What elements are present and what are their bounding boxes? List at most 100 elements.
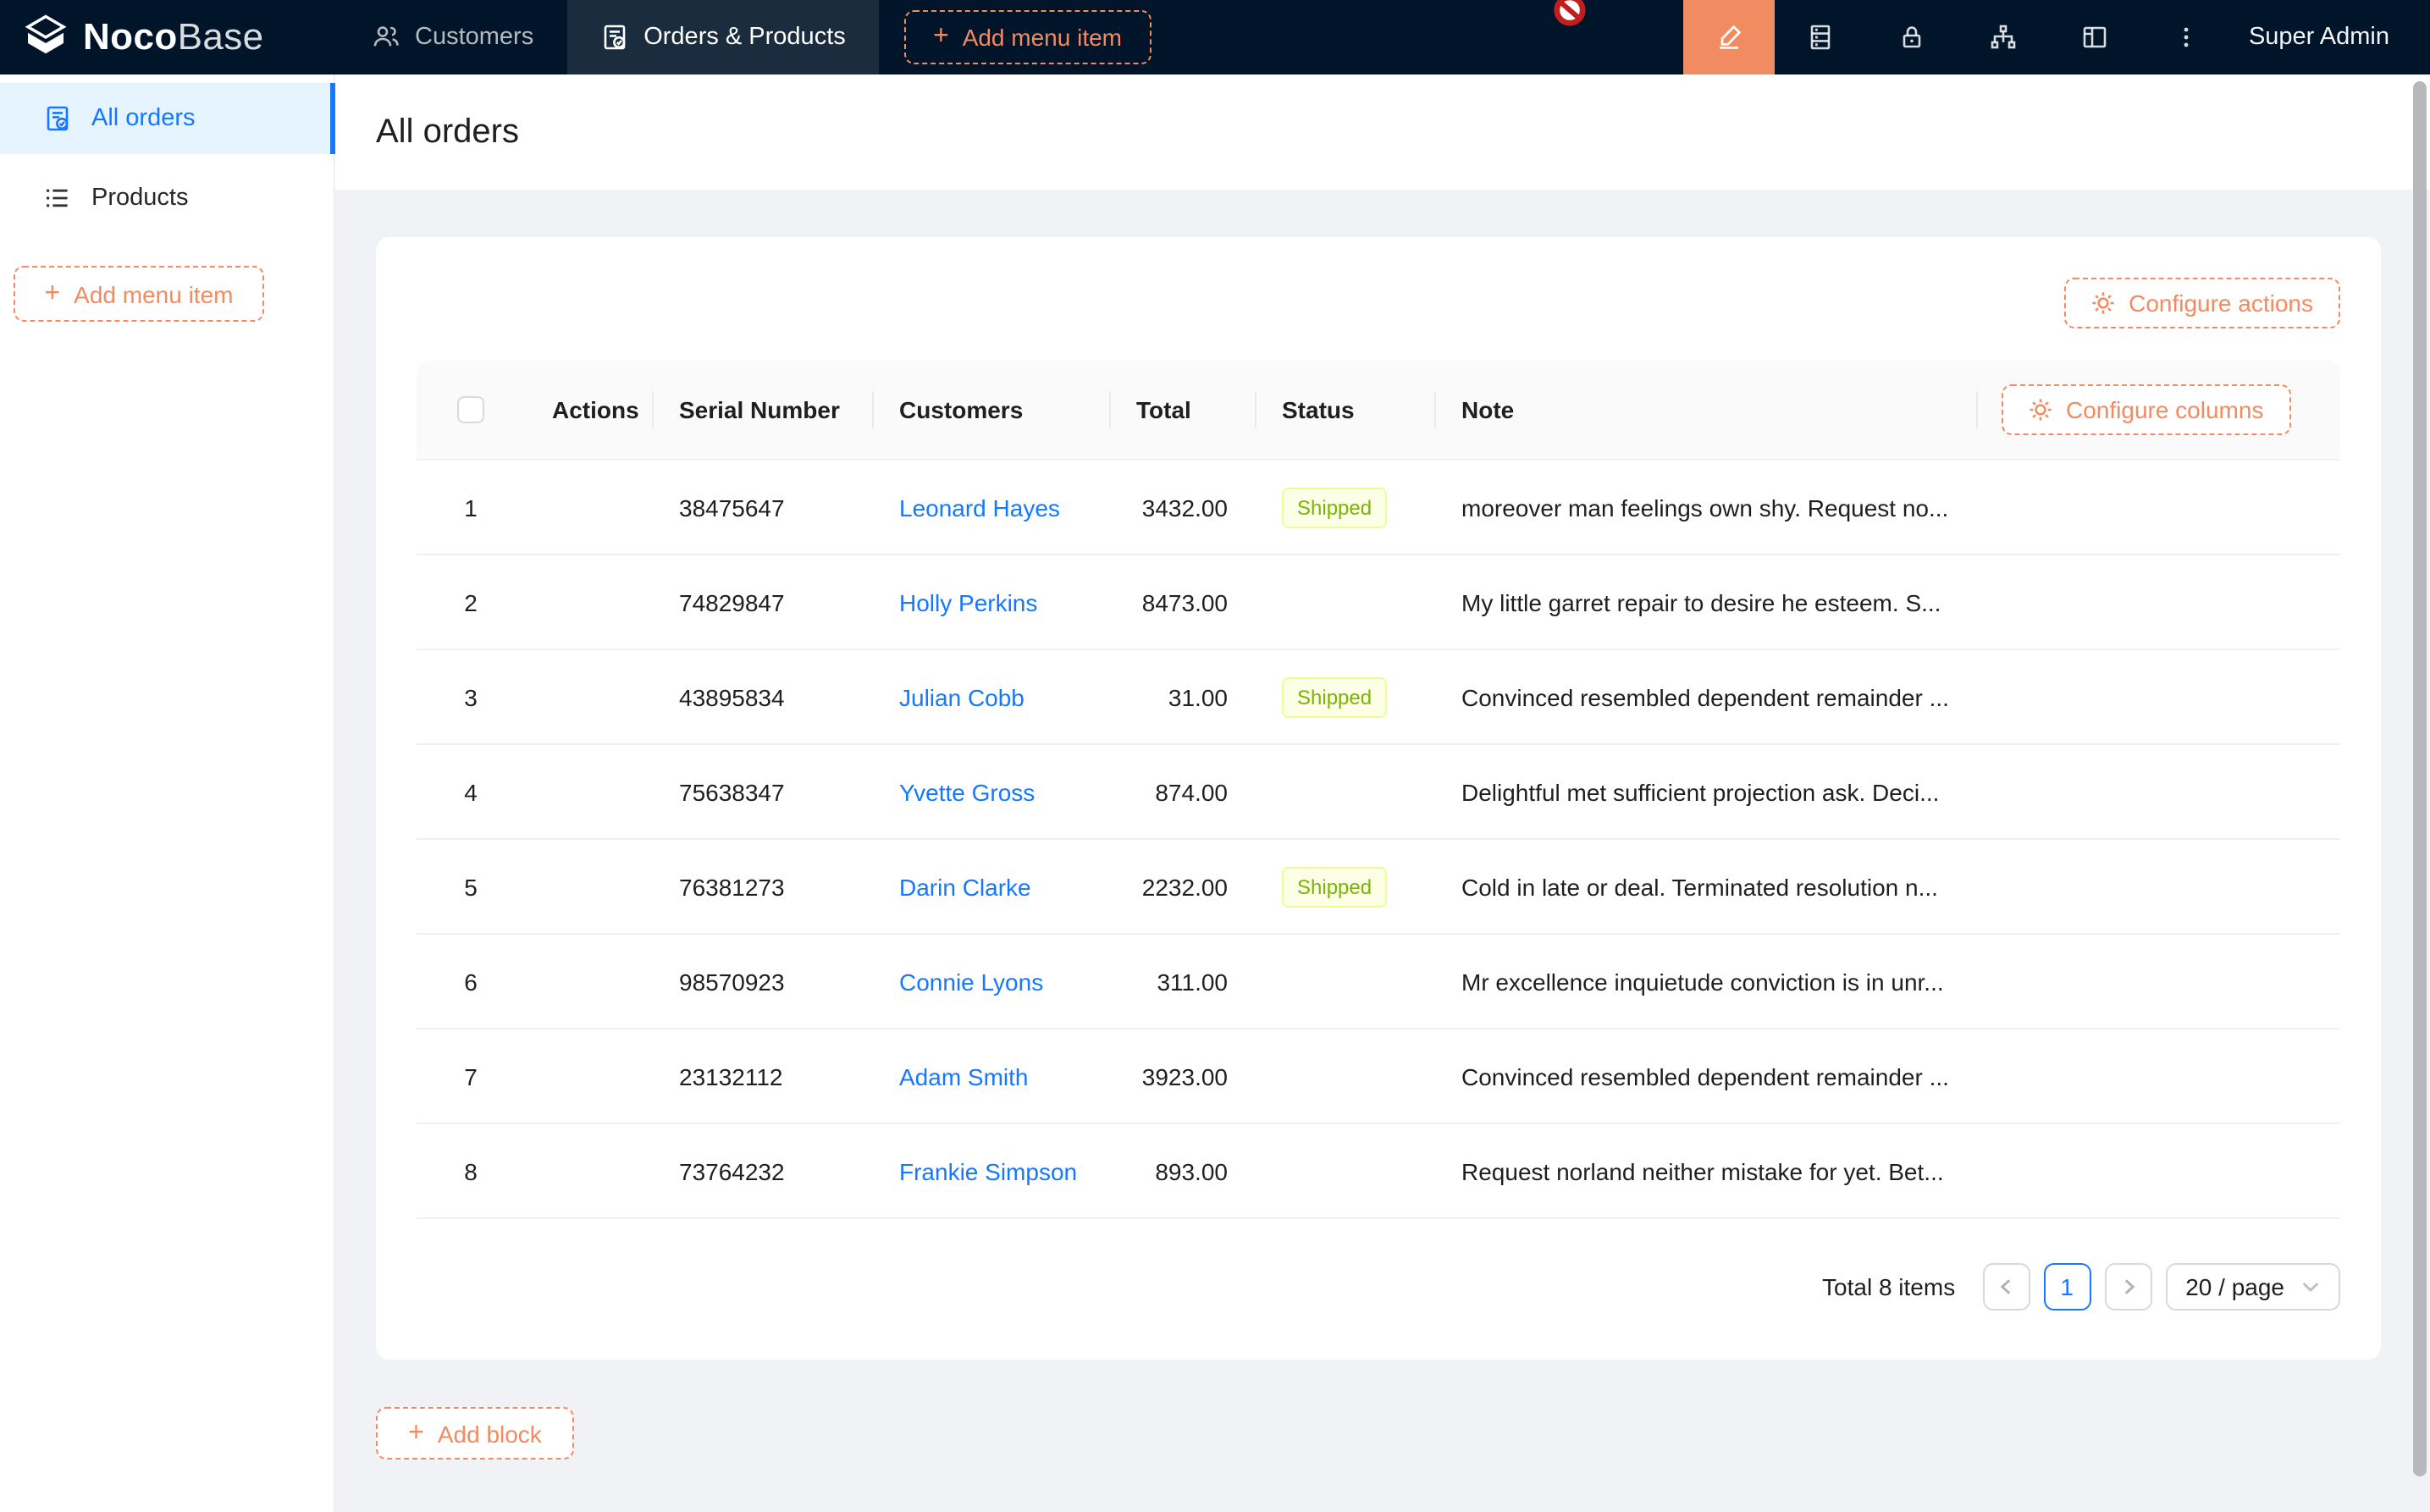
layout-icon[interactable] xyxy=(2049,0,2140,74)
customer-link[interactable]: Leonard Hayes xyxy=(899,494,1060,521)
more-icon[interactable] xyxy=(2140,0,2232,74)
total-cell: 2232.00 xyxy=(1109,840,1255,933)
row-actions-cell xyxy=(525,745,652,838)
note-cell: Convinced resembled dependent remainder … xyxy=(1434,1029,1976,1123)
nocobase-logo[interactable]: NocoBase xyxy=(22,0,264,74)
logo-text-bold: Noco xyxy=(83,15,178,58)
tab-orders-products[interactable]: Orders & Products xyxy=(567,0,880,74)
row-index: 5 xyxy=(417,840,525,933)
note-cell: My little garret repair to desire he est… xyxy=(1434,555,1976,648)
serial-number-cell: 23132112 xyxy=(652,1029,872,1123)
blocked-cursor-icon xyxy=(1553,0,1587,27)
customer-link[interactable]: Holly Perkins xyxy=(899,588,1037,615)
select-all-checkbox[interactable] xyxy=(457,396,484,423)
row-index: 4 xyxy=(417,745,525,838)
row-config-spacer xyxy=(1976,555,2340,648)
unordered-list-icon xyxy=(44,185,71,212)
note-cell: Delightful met sufficient projection ask… xyxy=(1434,745,1976,838)
page-content: Configure actions Actions Serial Number … xyxy=(335,190,2430,1512)
sidebar-item-label: Products xyxy=(91,185,188,212)
pagination-total: Total 8 items xyxy=(1822,1273,1955,1300)
table-row: 723132112Adam Smith3923.00Convinced rese… xyxy=(417,1029,2340,1124)
sidebar-item-all-orders[interactable]: All orders xyxy=(0,83,334,154)
column-header-total[interactable]: Total xyxy=(1109,361,1255,459)
top-bar: NocoBase Customers xyxy=(0,0,2430,74)
row-config-spacer xyxy=(1976,935,2340,1028)
serial-number-cell: 43895834 xyxy=(652,650,872,743)
configure-actions-button[interactable]: Configure actions xyxy=(2064,278,2340,328)
next-page-button[interactable] xyxy=(2104,1263,2151,1311)
table-row: 138475647Leonard Hayes3432.00Shippedmore… xyxy=(417,461,2340,555)
customer-link[interactable]: Yvette Gross xyxy=(899,778,1035,805)
chevron-down-icon xyxy=(2301,1280,2320,1294)
total-cell: 3432.00 xyxy=(1109,461,1255,554)
status-cell: Shipped xyxy=(1255,650,1434,743)
row-actions-cell xyxy=(525,935,652,1028)
customer-link[interactable]: Connie Lyons xyxy=(899,968,1043,995)
total-cell: 31.00 xyxy=(1109,650,1255,743)
row-index: 6 xyxy=(417,935,525,1028)
row-index: 2 xyxy=(417,555,525,648)
row-index: 8 xyxy=(417,1124,525,1217)
note-cell: Convinced resembled dependent remainder … xyxy=(1434,650,1976,743)
table-row: 576381273Darin Clarke2232.00ShippedCold … xyxy=(417,840,2340,935)
scrollbar-thumb[interactable] xyxy=(2413,81,2427,1476)
customer-link[interactable]: Adam Smith xyxy=(899,1062,1029,1090)
serial-number-cell: 76381273 xyxy=(652,840,872,933)
page-title-bar: All orders xyxy=(335,74,2430,190)
previous-page-button[interactable] xyxy=(1982,1263,2030,1311)
customer-link[interactable]: Darin Clarke xyxy=(899,873,1031,900)
column-header-note[interactable]: Note xyxy=(1434,361,1976,459)
team-icon xyxy=(373,24,400,51)
status-cell xyxy=(1255,745,1434,838)
status-cell xyxy=(1255,1124,1434,1217)
collections-icon[interactable] xyxy=(1775,0,1866,74)
total-cell: 8473.00 xyxy=(1109,555,1255,648)
note-cell: Request norland neither mistake for yet.… xyxy=(1434,1124,1976,1217)
status-cell xyxy=(1255,935,1434,1028)
total-cell: 874.00 xyxy=(1109,745,1255,838)
total-cell: 311.00 xyxy=(1109,935,1255,1028)
select-all-cell xyxy=(417,361,525,459)
plugin-icon[interactable] xyxy=(1958,0,2049,74)
gear-icon xyxy=(2029,398,2052,422)
top-nav-tabs: Customers Orders & Products xyxy=(339,0,880,74)
tab-customers[interactable]: Customers xyxy=(339,0,567,74)
gear-icon xyxy=(2091,291,2115,315)
column-header-actions[interactable]: Actions xyxy=(525,361,652,459)
add-menu-item-sidebar-button[interactable]: + Add menu item xyxy=(14,266,264,322)
total-cell: 3923.00 xyxy=(1109,1029,1255,1123)
logo-text-light: Base xyxy=(178,15,264,58)
note-cell: Cold in late or deal. Terminated resolut… xyxy=(1434,840,1976,933)
page-size-select[interactable]: 20 / page xyxy=(2165,1263,2340,1311)
plus-icon: + xyxy=(408,1420,424,1447)
status-badge: Shipped xyxy=(1282,487,1387,527)
table-row: 343895834Julian Cobb31.00ShippedConvince… xyxy=(417,650,2340,745)
status-cell xyxy=(1255,1029,1434,1123)
highlighter-icon[interactable] xyxy=(1683,0,1775,74)
add-block-button[interactable]: + Add block xyxy=(376,1407,574,1460)
row-config-spacer xyxy=(1976,745,2340,838)
tab-label: Orders & Products xyxy=(643,24,846,51)
orders-table: Actions Serial Number Customers Total St… xyxy=(417,361,2340,1219)
sidebar-item-products[interactable]: Products xyxy=(0,163,334,234)
column-header-status[interactable]: Status xyxy=(1255,361,1434,459)
table-header-row: Actions Serial Number Customers Total St… xyxy=(417,361,2340,461)
customer-link[interactable]: Julian Cobb xyxy=(899,683,1024,710)
table-row: 698570923Connie Lyons311.00Mr excellence… xyxy=(417,935,2340,1029)
row-config-spacer xyxy=(1976,1124,2340,1217)
user-menu[interactable]: Super Admin xyxy=(2232,24,2430,51)
pagination: Total 8 items 1 20 / page xyxy=(417,1263,2340,1311)
lock-icon[interactable] xyxy=(1866,0,1958,74)
serial-number-cell: 98570923 xyxy=(652,935,872,1028)
table-row: 274829847Holly Perkins8473.00My little g… xyxy=(417,555,2340,650)
column-header-customers[interactable]: Customers xyxy=(872,361,1109,459)
column-header-serial-number[interactable]: Serial Number xyxy=(652,361,872,459)
add-menu-item-top-button[interactable]: + Add menu item xyxy=(904,10,1151,64)
file-done-icon xyxy=(601,24,628,51)
customer-link[interactable]: Frankie Simpson xyxy=(899,1157,1077,1184)
sidebar-item-label: All orders xyxy=(91,105,196,132)
status-cell: Shipped xyxy=(1255,461,1434,554)
configure-columns-button[interactable]: Configure columns xyxy=(2002,384,2290,435)
current-page-button[interactable]: 1 xyxy=(2043,1263,2090,1311)
